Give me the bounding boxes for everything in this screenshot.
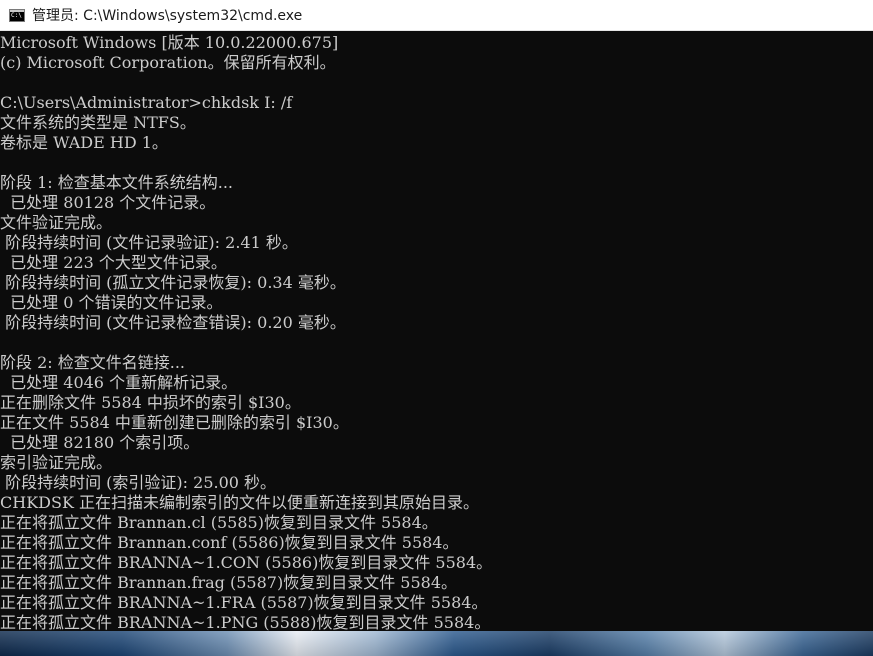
console-line: Microsoft Windows [版本 10.0.22000.675] [0,33,339,52]
console-line: 文件系统的类型是 NTFS。 [0,113,196,132]
console-line: 索引验证完成。 [0,453,113,472]
window-title: 管理员: C:\Windows\system32\cmd.exe [32,8,303,24]
console-line: 阶段持续时间 (文件记录验证): 2.41 秒。 [0,233,298,252]
console-line: (c) Microsoft Corporation。保留所有权利。 [0,53,336,72]
console-output[interactable]: Microsoft Windows [版本 10.0.22000.675] (c… [0,33,873,631]
console-line: 已处理 80128 个文件记录。 [0,193,216,212]
console-line: 正在将孤立文件 BRANNA~1.FRA (5587)恢复到目录文件 5584。 [0,593,488,612]
cmd-icon[interactable] [9,8,25,22]
console-line: 正在将孤立文件 BRANNA~1.PNG (5588)恢复到目录文件 5584。 [0,613,491,631]
console-line: 阶段持续时间 (索引验证): 25.00 秒。 [0,473,277,492]
cmd-window: 管理员: C:\Windows\system32\cmd.exe Microso… [0,0,873,656]
console-line: CHKDSK 正在扫描未编制索引的文件以便重新连接到其原始目录。 [0,493,479,512]
desktop-wallpaper [0,631,873,656]
console-line: 阶段 1: 检查基本文件系统结构... [0,173,234,192]
console-line: 阶段持续时间 (孤立文件记录恢复): 0.34 毫秒。 [0,273,346,292]
console-line: 正在文件 5584 中重新创建已删除的索引 $I30。 [0,413,349,432]
console-line: 正在将孤立文件 Brannan.conf (5586)恢复到目录文件 5584。 [0,533,459,552]
console-line: 已处理 0 个错误的文件记录。 [0,293,223,312]
title-bar[interactable]: 管理员: C:\Windows\system32\cmd.exe [0,0,873,31]
console-line: 已处理 4046 个重新解析记录。 [0,373,238,392]
console-line: 已处理 223 个大型文件记录。 [0,253,227,272]
console-line: 正在将孤立文件 Brannan.cl (5585)恢复到目录文件 5584。 [0,513,438,532]
console-line: C:\Users\Administrator>chkdsk I: /f [0,93,293,112]
console-line: 阶段 2: 检查文件名链接... [0,353,186,372]
console-line: 阶段持续时间 (文件记录检查错误): 0.20 毫秒。 [0,313,346,332]
console-line: 正在删除文件 5584 中损坏的索引 $I30。 [0,393,301,412]
console-line: 文件验证完成。 [0,213,113,232]
console-line: 卷标是 WADE HD 1。 [0,133,168,152]
console-line: 正在将孤立文件 Brannan.frag (5587)恢复到目录文件 5584。 [0,573,458,592]
console-line: 已处理 82180 个索引项。 [0,433,200,452]
console-line: 正在将孤立文件 BRANNA~1.CON (5586)恢复到目录文件 5584。 [0,553,493,572]
